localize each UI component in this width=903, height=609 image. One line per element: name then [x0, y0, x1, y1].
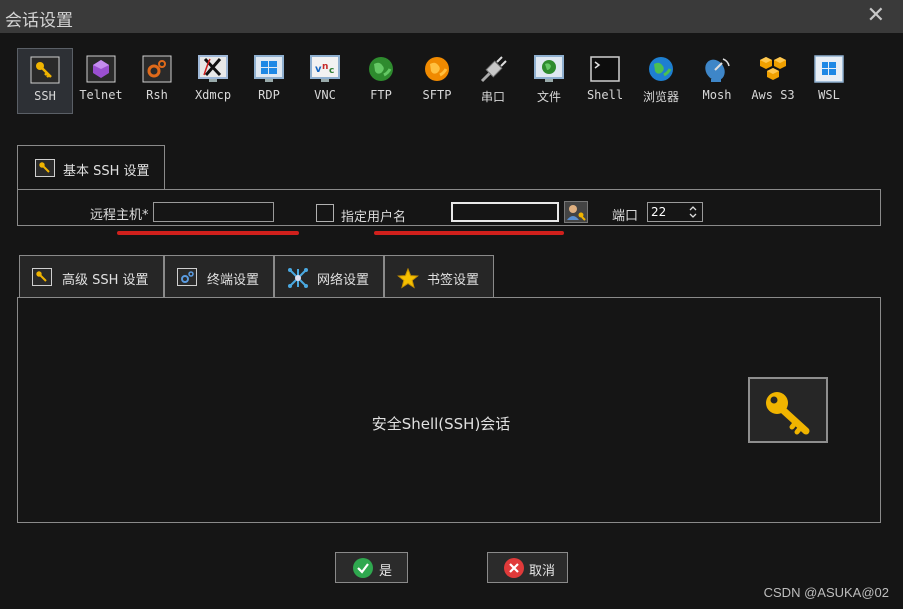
svg-text:c: c [329, 66, 334, 76]
protocol-label: RDP [258, 88, 280, 102]
window-title: 会话设置 [5, 11, 73, 31]
protocol-ftp[interactable]: FTP [353, 48, 409, 114]
star-icon [397, 268, 419, 289]
tab-label: 终端设置 [207, 273, 260, 288]
protocol-label: 文件 [536, 90, 561, 104]
vnc-icon: vnc [310, 55, 340, 82]
wsl-windows-icon [814, 55, 844, 83]
remote-host-input[interactable] [153, 202, 274, 222]
tab-label: 高级 SSH 设置 [62, 273, 149, 288]
protocol-label: WSL [818, 88, 840, 102]
user-manager-icon[interactable] [564, 201, 588, 223]
serial-plug-icon [480, 56, 507, 83]
key-icon [766, 392, 810, 435]
protocol-label: FTP [370, 88, 392, 102]
tab-label: 网络设置 [317, 273, 370, 288]
protocol-xdmcp[interactable]: Xdmcp [185, 48, 241, 114]
tab-bookmark-settings[interactable]: 书签设置 [384, 255, 494, 298]
red-underline-annotation [374, 231, 564, 235]
protocol-label: Shell [586, 88, 624, 102]
protocol-label: SSH [34, 89, 56, 103]
cancel-button[interactable]: 取消 [487, 552, 568, 583]
protocol-sftp[interactable]: SFTP [409, 48, 465, 114]
protocol-label: 串口 [480, 90, 505, 104]
tab-terminal-settings[interactable]: 终端设置 [164, 255, 274, 298]
tab-network-settings[interactable]: 网络设置 [274, 255, 384, 298]
xdmcp-icon [198, 55, 228, 82]
wrench-key-icon [32, 268, 52, 286]
check-circle-icon [353, 558, 373, 578]
ssh-key-icon [30, 56, 60, 84]
ok-label: 是 [379, 564, 393, 579]
protocol-rsh[interactable]: Rsh [129, 48, 185, 114]
protocol-vnc[interactable]: vnc VNC [297, 48, 353, 114]
browser-globe-icon [649, 57, 673, 81]
ftp-globe-icon [369, 57, 393, 81]
protocol-rdp[interactable]: RDP [241, 48, 297, 114]
network-star-icon [288, 268, 308, 288]
username-input[interactable] [451, 202, 559, 222]
close-icon[interactable]: ✕ [867, 3, 885, 28]
port-stepper-icon[interactable] [687, 204, 699, 220]
svg-text:v: v [315, 64, 322, 75]
protocol-wsl[interactable]: WSL [801, 48, 857, 114]
protocol-bar: SSH Telnet Rsh Xdmcp RDP vnc VNC FTP SFT… [15, 48, 875, 116]
remote-host-label: 远程主机* [90, 208, 149, 223]
specify-username-checkbox[interactable] [316, 204, 334, 222]
cancel-x-icon [504, 558, 524, 578]
ok-button[interactable]: 是 [335, 552, 408, 583]
protocol-shell[interactable]: Shell [577, 48, 633, 114]
protocol-label: Xdmcp [194, 88, 232, 102]
protocol-aws-s3[interactable]: Aws S3 [745, 48, 801, 114]
protocol-file[interactable]: 文件 [521, 48, 577, 114]
rdp-icon [254, 55, 284, 82]
gears-icon [177, 268, 197, 286]
tab-basic-ssh-settings[interactable]: 基本 SSH 设置 [17, 145, 165, 189]
cancel-label: 取消 [529, 564, 556, 579]
protocol-label: SFTP [422, 88, 452, 102]
svg-text:n: n [322, 62, 328, 72]
sftp-globe-icon [425, 57, 449, 81]
specify-username-label: 指定用户名 [341, 210, 407, 225]
protocol-browser[interactable]: 浏览器 [633, 48, 689, 114]
protocol-mosh[interactable]: Mosh [689, 48, 745, 114]
protocol-label: Mosh [702, 88, 732, 102]
protocol-label: 浏览器 [642, 90, 679, 104]
rsh-icon [142, 55, 172, 83]
tab-label: 书签设置 [427, 273, 480, 288]
protocol-label: Aws S3 [751, 88, 795, 102]
protocol-label: Telnet [79, 88, 123, 102]
shell-terminal-icon [590, 56, 620, 82]
aws-s3-icon [760, 57, 786, 80]
session-description: 安全Shell(SSH)会话 [371, 415, 511, 433]
watermark: CSDN @ASUKA@02 [763, 585, 889, 600]
protocol-serial[interactable]: 串口 [465, 48, 521, 114]
port-label: 端口 [612, 209, 639, 224]
red-underline-annotation [117, 231, 299, 235]
protocol-ssh[interactable]: SSH [17, 48, 73, 114]
protocol-label: Rsh [146, 88, 168, 102]
protocol-telnet[interactable]: Telnet [73, 48, 129, 114]
wrench-key-icon [35, 159, 55, 177]
protocol-label: VNC [314, 88, 336, 102]
file-monitor-icon [534, 55, 564, 82]
telnet-icon [86, 55, 116, 83]
title-bar: 会话设置 ✕ [0, 0, 903, 33]
tab-advanced-ssh-settings[interactable]: 高级 SSH 设置 [19, 255, 164, 298]
mosh-satellite-icon [705, 58, 730, 82]
ssh-key-badge [748, 377, 828, 443]
tab-label: 基本 SSH 设置 [63, 164, 150, 179]
